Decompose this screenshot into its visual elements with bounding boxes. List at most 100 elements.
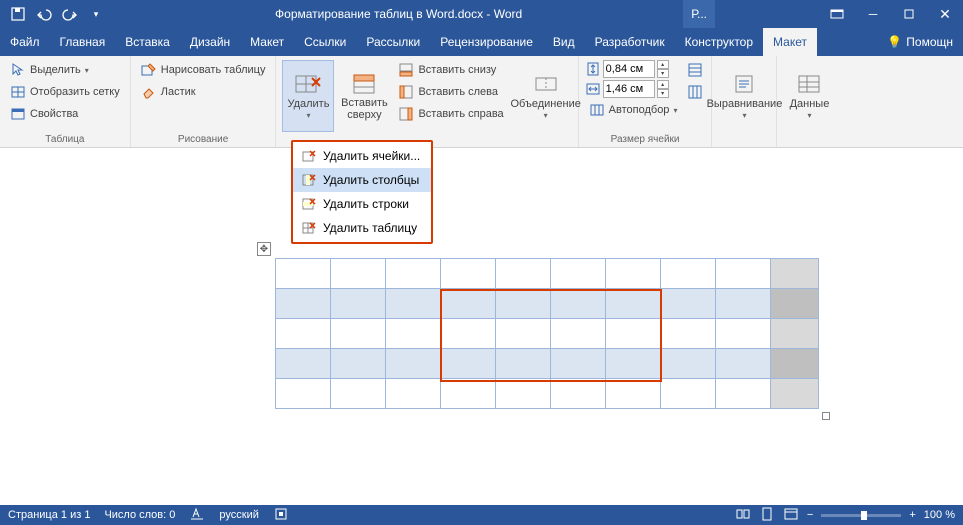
status-macro[interactable] xyxy=(273,506,289,525)
delete-columns-item[interactable]: Удалить столбцы xyxy=(293,168,431,192)
delete-button[interactable]: Удалить ▾ xyxy=(282,60,334,132)
insert-left-button[interactable]: Вставить слева xyxy=(394,82,507,102)
status-language[interactable]: русский xyxy=(219,509,258,521)
zoom-out[interactable]: − xyxy=(807,509,813,521)
save-icon xyxy=(10,6,26,22)
insert-below-button[interactable]: Вставить снизу xyxy=(394,60,507,80)
zoom-slider[interactable] xyxy=(821,514,901,517)
alignment-button[interactable]: Выравнивание ▾ xyxy=(718,60,770,132)
tab-constructor[interactable]: Конструктор xyxy=(675,28,763,56)
pencil-table-icon xyxy=(141,62,157,78)
status-page[interactable]: Страница 1 из 1 xyxy=(8,509,90,521)
tab-mailings[interactable]: Рассылки xyxy=(356,28,430,56)
group-merge: Объединение ▾ xyxy=(514,56,579,147)
tab-insert[interactable]: Вставка xyxy=(115,28,180,56)
height-icon xyxy=(585,61,601,77)
undo-button[interactable] xyxy=(32,2,56,26)
close-icon: ✕ xyxy=(939,6,951,23)
properties-button[interactable]: Свойства xyxy=(6,104,124,124)
redo-button[interactable] xyxy=(58,2,82,26)
undo-icon xyxy=(36,6,52,22)
insert-right-button[interactable]: Вставить справа xyxy=(394,104,507,124)
tab-developer[interactable]: Разработчик xyxy=(585,28,675,56)
group-table-label: Таблица xyxy=(6,132,124,145)
chevron-down-icon: ▾ xyxy=(88,6,104,22)
select-button[interactable]: Выделить▾ xyxy=(6,60,124,80)
group-draw-label: Рисование xyxy=(137,132,270,145)
group-draw: Нарисовать таблицу Ластик Рисование xyxy=(131,56,277,147)
table-row[interactable] xyxy=(276,379,819,409)
ribbon: Выделить▾ Отобразить сетку Свойства Табл… xyxy=(0,56,963,148)
group-data: Данные ▾ xyxy=(777,56,841,147)
ribbon-options-icon xyxy=(829,6,845,22)
title-bar: ▾ Форматирование таблиц в Word.docx - Wo… xyxy=(0,0,963,28)
zoom-in[interactable]: + xyxy=(909,509,915,521)
tell-me[interactable]: 💡Помощн xyxy=(877,28,963,56)
draw-table-button[interactable]: Нарисовать таблицу xyxy=(137,60,270,80)
insert-above-button[interactable]: Вставить сверху xyxy=(338,60,390,132)
table-row[interactable] xyxy=(276,319,819,349)
insert-left-icon xyxy=(398,84,414,100)
tab-home[interactable]: Главная xyxy=(50,28,116,56)
group-cellsize: ▴▾ ▴▾ Автоподбор▾ Размер ячейки xyxy=(579,56,713,147)
dist-cols-icon xyxy=(687,84,703,100)
maximize-button[interactable] xyxy=(891,0,927,28)
tab-view[interactable]: Вид xyxy=(543,28,585,56)
tab-references[interactable]: Ссылки xyxy=(294,28,356,56)
tab-file[interactable]: Файл xyxy=(0,28,50,56)
eraser-button[interactable]: Ластик xyxy=(137,82,270,102)
zoom-level[interactable]: 100 % xyxy=(924,509,955,521)
delete-rows-item[interactable]: Удалить строки xyxy=(293,192,431,216)
autofit-icon xyxy=(589,102,605,118)
data-button[interactable]: Данные ▾ xyxy=(783,60,835,132)
tab-layout[interactable]: Макет xyxy=(240,28,294,56)
properties-icon xyxy=(10,106,26,122)
view-print[interactable] xyxy=(759,506,775,525)
delete-table-item[interactable]: Удалить таблицу xyxy=(293,216,431,240)
data-icon xyxy=(793,72,825,96)
account-button[interactable]: Р... xyxy=(683,0,715,28)
dist-rows-icon xyxy=(687,62,703,78)
close-button[interactable]: ✕ xyxy=(927,0,963,28)
distribute-cols-button[interactable] xyxy=(685,82,705,102)
table-row[interactable] xyxy=(276,259,819,289)
group-align: Выравнивание ▾ xyxy=(712,56,777,147)
minimize-icon: ─ xyxy=(869,7,878,21)
save-button[interactable] xyxy=(6,2,30,26)
document-table[interactable] xyxy=(275,258,819,409)
delete-dropdown: Удалить ячейки... Удалить столбцы Удалит… xyxy=(291,140,433,244)
table-move-handle[interactable]: ✥ xyxy=(257,242,271,256)
row-height-input[interactable]: ▴▾ xyxy=(585,60,682,78)
view-web[interactable] xyxy=(783,506,799,525)
status-bar: Страница 1 из 1 Число слов: 0 русский − … xyxy=(0,505,963,525)
table-row[interactable] xyxy=(276,349,819,379)
align-icon xyxy=(728,72,760,96)
delete-cells-item[interactable]: Удалить ячейки... xyxy=(293,144,431,168)
document-area[interactable]: ✥ xyxy=(0,148,963,505)
autofit-button[interactable]: Автоподбор▾ xyxy=(585,100,682,120)
macro-icon xyxy=(273,506,289,522)
minimize-button[interactable]: ─ xyxy=(855,0,891,28)
ribbon-display-options[interactable] xyxy=(819,0,855,28)
cursor-icon xyxy=(10,62,26,78)
delete-table-icon2 xyxy=(301,220,317,236)
page: ✥ xyxy=(78,178,878,498)
delete-cols-icon xyxy=(301,172,317,188)
table-row[interactable] xyxy=(276,289,819,319)
tab-table-layout[interactable]: Макет xyxy=(763,28,817,56)
tab-review[interactable]: Рецензирование xyxy=(430,28,543,56)
delete-table-icon xyxy=(292,72,324,96)
table-resize-handle[interactable] xyxy=(822,412,830,420)
view-read[interactable] xyxy=(735,506,751,525)
document-title: Форматирование таблиц в Word.docx - Word xyxy=(114,7,683,21)
insert-above-icon xyxy=(348,71,380,95)
qat-customize[interactable]: ▾ xyxy=(84,2,108,26)
col-width-input[interactable]: ▴▾ xyxy=(585,80,682,98)
distribute-rows-button[interactable] xyxy=(685,60,705,80)
merge-button[interactable]: Объединение ▾ xyxy=(520,60,572,132)
status-spellcheck[interactable] xyxy=(189,506,205,525)
gridlines-button[interactable]: Отобразить сетку xyxy=(6,82,124,102)
read-icon xyxy=(735,506,751,522)
tab-design[interactable]: Дизайн xyxy=(180,28,240,56)
status-words[interactable]: Число слов: 0 xyxy=(104,509,175,521)
